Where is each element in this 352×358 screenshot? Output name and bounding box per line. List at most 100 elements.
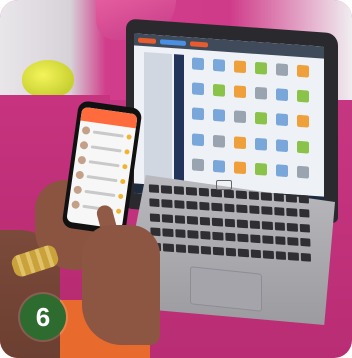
key <box>225 232 236 242</box>
topbar-tab <box>190 40 208 48</box>
key <box>186 201 198 211</box>
app-icon <box>213 58 225 72</box>
avatar <box>71 200 81 210</box>
step-number-badge: 6 <box>20 294 66 340</box>
key <box>161 185 173 194</box>
text-line <box>92 129 124 138</box>
app-icon <box>297 165 309 179</box>
key <box>248 205 260 215</box>
screen-sidebar <box>144 52 172 185</box>
app-icon <box>297 140 309 154</box>
key <box>260 192 272 201</box>
app-icon <box>276 138 288 152</box>
key <box>261 221 273 230</box>
key <box>175 243 187 253</box>
key <box>162 214 174 223</box>
key <box>200 231 211 240</box>
avatar <box>77 155 87 165</box>
key <box>286 222 298 232</box>
key <box>213 246 224 256</box>
key <box>235 190 247 200</box>
key <box>149 198 161 208</box>
key <box>212 217 223 227</box>
key <box>198 187 210 197</box>
laptop-logo <box>216 180 232 190</box>
photo-frame: 6 <box>0 0 352 358</box>
screen-icon-grid <box>192 57 312 185</box>
app-icon <box>234 161 246 174</box>
key <box>162 228 174 238</box>
key <box>199 202 210 211</box>
topbar-tab <box>160 38 186 46</box>
app-icon <box>234 135 246 149</box>
avatar <box>79 140 89 150</box>
key <box>248 191 260 201</box>
avatar <box>81 125 91 135</box>
key <box>211 203 223 212</box>
text-line <box>84 189 116 197</box>
key <box>188 244 199 254</box>
key <box>163 242 175 252</box>
key <box>287 251 299 261</box>
key <box>261 206 273 216</box>
key <box>161 199 173 209</box>
laptop-keyboard <box>148 184 312 265</box>
app-icon <box>192 107 204 121</box>
app-icon <box>297 115 309 128</box>
key <box>174 214 186 224</box>
unread-dot <box>126 133 132 140</box>
key <box>238 248 249 257</box>
app-icon <box>255 61 267 75</box>
key <box>212 231 224 241</box>
key <box>299 223 310 233</box>
app-icon <box>234 85 246 99</box>
app-icon <box>192 158 204 172</box>
key <box>299 238 311 247</box>
key <box>249 220 261 229</box>
text-line <box>90 144 122 153</box>
text-line <box>88 159 120 167</box>
app-icon <box>192 57 204 71</box>
key <box>200 245 212 255</box>
key <box>173 186 185 195</box>
key <box>273 193 285 202</box>
app-icon <box>255 162 267 176</box>
key <box>187 230 199 239</box>
topbar-tab <box>138 37 156 44</box>
app-icon <box>255 112 267 126</box>
key <box>298 209 310 218</box>
app-icon <box>276 63 288 77</box>
key <box>273 207 285 217</box>
key <box>262 249 274 259</box>
key <box>187 215 198 225</box>
app-icon <box>297 64 309 78</box>
key <box>274 221 286 231</box>
app-icon <box>297 89 309 103</box>
text-line <box>86 174 118 182</box>
key <box>224 203 235 213</box>
app-icon <box>276 164 288 177</box>
app-icon <box>234 110 246 124</box>
key <box>149 213 161 222</box>
key <box>287 237 299 246</box>
key <box>223 189 235 199</box>
key <box>300 252 312 262</box>
key <box>225 247 237 257</box>
key <box>175 229 186 239</box>
app-icon <box>213 84 225 97</box>
yellow-toy <box>22 60 74 98</box>
app-icon <box>276 113 288 127</box>
key <box>262 235 274 245</box>
key <box>236 204 248 214</box>
avatar <box>73 185 83 195</box>
app-icon <box>255 137 267 151</box>
app-icon <box>234 60 246 74</box>
avatar <box>75 170 85 180</box>
key <box>224 218 236 228</box>
key <box>186 186 197 196</box>
unread-dot <box>120 178 126 184</box>
key <box>148 184 160 194</box>
app-icon <box>213 109 225 123</box>
key <box>250 249 262 258</box>
key <box>236 219 248 229</box>
